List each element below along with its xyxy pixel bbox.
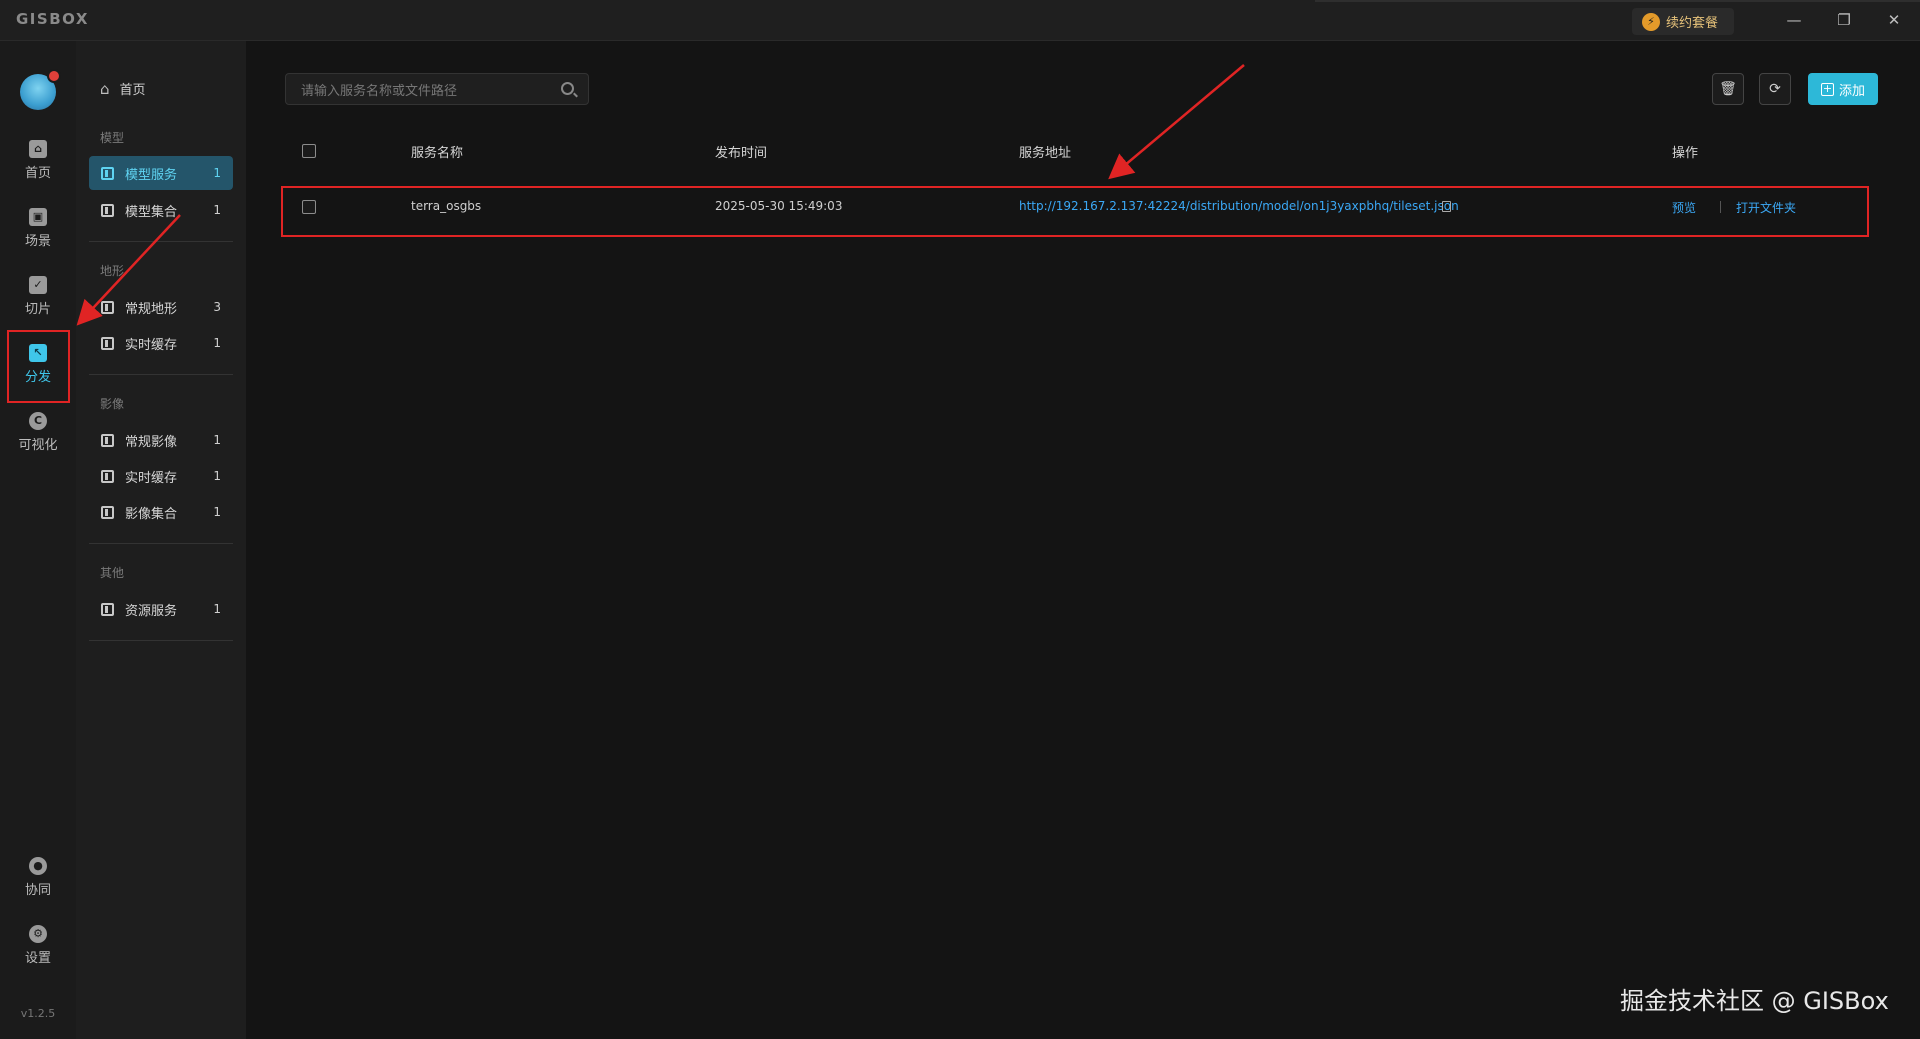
group-title-imagery: 影像 xyxy=(100,397,125,411)
imagery-icon xyxy=(101,433,114,447)
subnav-item-count: 1 xyxy=(213,203,221,217)
imagery-collection-icon xyxy=(101,505,114,519)
visualize-icon: C xyxy=(29,411,47,430)
nav-scene-label: 场景 xyxy=(24,233,51,249)
title-bar: GISBOX ⚡ 续约套餐 — ❐ ✕ xyxy=(0,0,1920,41)
row-highlight-annotation xyxy=(281,186,1869,237)
slice-icon: ✓ xyxy=(29,275,47,294)
terrain-icon xyxy=(101,300,114,314)
nav-slice[interactable]: ✓ 切片 xyxy=(8,265,68,327)
plus-icon: + xyxy=(1820,81,1834,96)
subnav-item-count: 1 xyxy=(213,602,221,616)
subnav-item-count: 1 xyxy=(213,336,221,350)
add-button[interactable]: + 添加 xyxy=(1808,73,1878,105)
subnav-item-label: 常规地形 xyxy=(125,301,178,317)
cache-icon xyxy=(101,469,114,483)
lightning-icon: ⚡ xyxy=(1642,12,1660,31)
app-version: v1.2.5 xyxy=(20,1007,56,1020)
search-icon[interactable] xyxy=(561,82,574,95)
column-header-actions: 操作 xyxy=(1672,146,1699,161)
cache-icon xyxy=(101,336,114,350)
renew-plan-button[interactable]: ⚡ 续约套餐 xyxy=(1632,8,1734,35)
add-button-label: 添加 xyxy=(1838,83,1865,99)
group-title-other: 其他 xyxy=(100,566,125,580)
divider xyxy=(89,543,233,544)
nav-slice-label: 切片 xyxy=(24,301,51,317)
column-header-time: 发布时间 xyxy=(715,146,768,161)
main-content: 请输入服务名称或文件路径 🗑 ⟳ + 添加 服务名称 发布时间 服务地址 操作 … xyxy=(246,41,1920,1039)
search-input[interactable]: 请输入服务名称或文件路径 xyxy=(285,73,589,105)
nav-visualize[interactable]: C 可视化 xyxy=(8,401,68,463)
subnav-resource-service[interactable]: 资源服务 1 xyxy=(89,592,233,626)
settings-icon: ⚙ xyxy=(29,924,47,943)
home-outline-icon: ⌂ xyxy=(100,79,110,98)
resource-icon xyxy=(101,602,114,616)
subnav-item-label: 影像集合 xyxy=(125,506,178,522)
divider xyxy=(89,241,233,242)
subnav-item-label: 模型集合 xyxy=(125,204,178,220)
model-service-icon xyxy=(101,166,114,180)
group-title-terrain: 地形 xyxy=(100,264,125,278)
nav-visualize-label: 可视化 xyxy=(18,437,58,453)
subnav-item-label: 实时缓存 xyxy=(125,337,178,353)
subnav-item-label: 常规影像 xyxy=(125,434,178,450)
subnav-item-label: 资源服务 xyxy=(125,603,178,619)
subnav-regular-imagery[interactable]: 常规影像 1 xyxy=(89,423,233,457)
search-placeholder: 请输入服务名称或文件路径 xyxy=(301,83,458,99)
nav-scene[interactable]: ▣ 场景 xyxy=(8,197,68,259)
secondary-sidebar: ⌂ 首页 模型 模型服务 1 模型集合 1 地形 常规地形 3 实时缓存 1 影… xyxy=(76,41,246,1039)
title-bar-accent-line xyxy=(1315,0,1920,2)
refresh-button[interactable]: ⟳ xyxy=(1759,73,1791,105)
subnav-item-count: 3 xyxy=(213,300,221,314)
close-button[interactable]: ✕ xyxy=(1874,6,1914,34)
nav-home-label: 首页 xyxy=(24,165,51,181)
subnav-item-count: 1 xyxy=(213,469,221,483)
delete-button[interactable]: 🗑 xyxy=(1712,73,1744,105)
subnav-item-label: 模型服务 xyxy=(125,167,178,183)
subnav-model-service[interactable]: 模型服务 1 xyxy=(89,156,233,190)
subnav-imagery-realtime-cache[interactable]: 实时缓存 1 xyxy=(89,459,233,493)
subnav-model-collection[interactable]: 模型集合 1 xyxy=(89,193,233,227)
trash-icon: 🗑 xyxy=(1719,81,1737,97)
select-all-checkbox[interactable] xyxy=(302,144,316,158)
refresh-icon: ⟳ xyxy=(1769,81,1781,97)
home-icon: ⌂ xyxy=(29,139,47,158)
distribute-highlight-annotation xyxy=(7,330,70,403)
subnav-regular-terrain[interactable]: 常规地形 3 xyxy=(89,290,233,324)
divider xyxy=(89,374,233,375)
watermark: 掘金技术社区 @ GISBox xyxy=(1620,987,1889,1015)
subnav-item-count: 1 xyxy=(213,433,221,447)
column-header-name: 服务名称 xyxy=(411,146,464,161)
model-collection-icon xyxy=(101,203,114,217)
renew-plan-label: 续约套餐 xyxy=(1666,16,1719,31)
nav-settings[interactable]: ⚙ 设置 xyxy=(8,914,68,976)
restore-button[interactable]: ❐ xyxy=(1824,6,1864,34)
nav-collaborate[interactable]: ● 协同 xyxy=(8,846,68,908)
minimize-button[interactable]: — xyxy=(1774,6,1814,34)
group-title-model: 模型 xyxy=(100,131,125,145)
nav-home[interactable]: ⌂ 首页 xyxy=(8,129,68,191)
subnav-home-label: 首页 xyxy=(119,83,146,98)
collaborate-icon: ● xyxy=(29,856,47,875)
subnav-terrain-realtime-cache[interactable]: 实时缓存 1 xyxy=(89,326,233,360)
scene-icon: ▣ xyxy=(29,207,47,226)
subnav-imagery-collection[interactable]: 影像集合 1 xyxy=(89,495,233,529)
app-logo: GISBOX xyxy=(16,10,89,28)
primary-sidebar: ⌂ 首页 ▣ 场景 ✓ 切片 ↖ 分发 C 可视化 ● 协同 ⚙ 设置 v1.2… xyxy=(0,41,76,1039)
divider xyxy=(89,640,233,641)
nav-collaborate-label: 协同 xyxy=(24,882,51,898)
notification-badge xyxy=(47,69,61,83)
subnav-item-count: 1 xyxy=(213,166,221,180)
subnav-item-count: 1 xyxy=(213,505,221,519)
subnav-home[interactable]: ⌂ 首页 xyxy=(100,79,146,99)
column-header-url: 服务地址 xyxy=(1019,146,1072,161)
nav-settings-label: 设置 xyxy=(24,950,51,966)
subnav-item-label: 实时缓存 xyxy=(125,470,178,486)
